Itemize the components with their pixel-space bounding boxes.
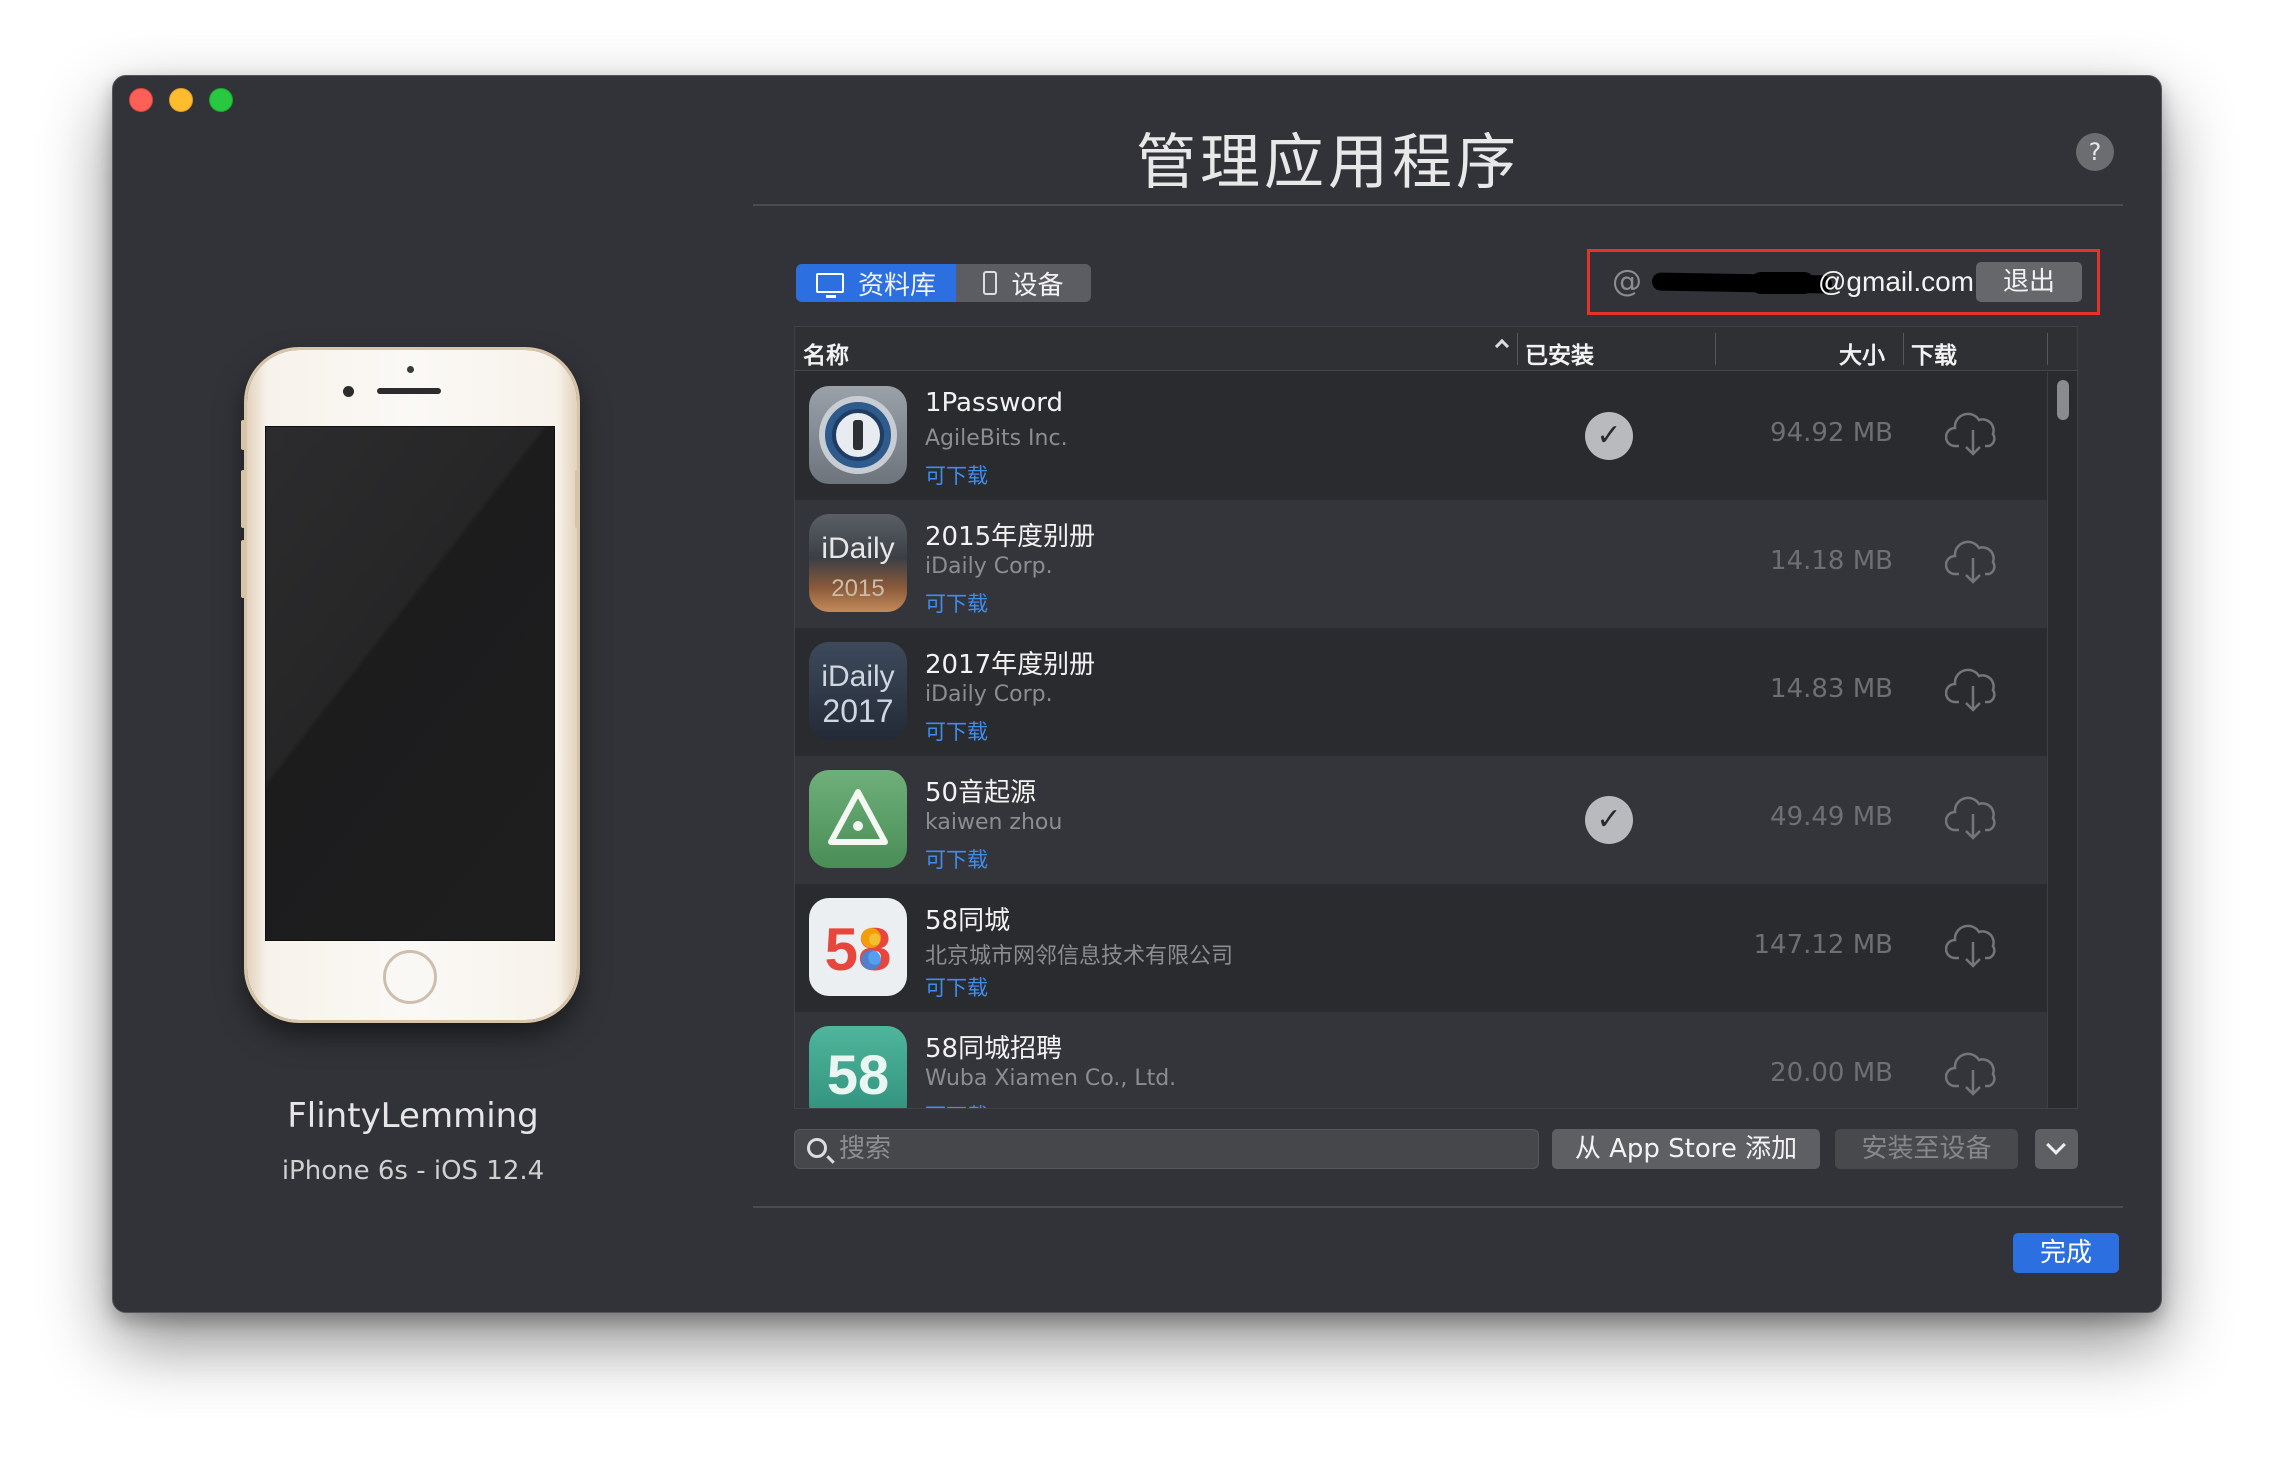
app-size: 14.18 MB: [1770, 546, 1893, 576]
device-name: FlintyLemming: [287, 1096, 539, 1136]
app-name: 50音起源: [925, 778, 1037, 808]
58-tongcheng-icon: 58: [809, 898, 907, 996]
app-developer: kaiwen zhou: [925, 810, 1063, 835]
app-name: 2015年度别册: [925, 522, 1096, 552]
app-size: 14.83 MB: [1770, 674, 1893, 704]
cloud-download-icon[interactable]: [1945, 792, 2001, 842]
search-field[interactable]: [794, 1129, 1539, 1169]
svg-text:iDaily: iDaily: [821, 660, 894, 693]
done-button[interactable]: 完成: [2013, 1233, 2119, 1273]
idaily-2015-icon: iDaily 2015: [809, 514, 907, 612]
app-name: 58同城招聘: [925, 1034, 1063, 1064]
tab-library[interactable]: 资料库: [796, 264, 956, 302]
table-row[interactable]: 58 58同城 北京城市网邻信息技术有限公司 可下载 147.12 MB: [795, 884, 2048, 1012]
table-row[interactable]: 1Password AgileBits Inc. 可下载 ✓ 94.92 MB: [795, 372, 2048, 500]
search-icon: [807, 1138, 827, 1158]
app-availability-link[interactable]: 可下载: [925, 716, 988, 746]
column-installed-header[interactable]: 已安装: [1525, 336, 1594, 370]
table-row[interactable]: 58 58同城招聘 Wuba Xiamen Co., Ltd. 可下载 20.0…: [795, 1012, 2048, 1108]
at-sign: @: [1612, 264, 1642, 299]
install-to-device-button[interactable]: 安装至设备: [1835, 1129, 2018, 1169]
header-divider: [753, 204, 2123, 206]
phone-screen: [265, 426, 555, 941]
search-input[interactable]: [839, 1132, 1529, 1166]
app-developer: iDaily Corp.: [925, 554, 1053, 579]
app-availability-link[interactable]: 可下载: [925, 844, 988, 874]
monitor-icon: [815, 273, 844, 298]
svg-text:58: 58: [825, 916, 892, 983]
app-size: 94.92 MB: [1770, 418, 1893, 448]
app-list: 1Password AgileBits Inc. 可下载 ✓ 94.92 MB …: [795, 372, 2048, 1108]
app-availability-link[interactable]: 可下载: [925, 972, 988, 1002]
app-name: 2017年度别册: [925, 650, 1096, 680]
svg-text:iDaily: iDaily: [821, 532, 894, 565]
app-size: 20.00 MB: [1770, 1058, 1893, 1088]
installed-check-icon: ✓: [1585, 796, 1633, 844]
account-email: @gmail.com: [1818, 266, 1975, 297]
installed-check-icon: ✓: [1585, 412, 1633, 460]
58-recruit-icon: 58: [809, 1026, 907, 1108]
sort-ascending-icon[interactable]: [1494, 338, 1510, 354]
app-availability-link[interactable]: 可下载: [925, 460, 988, 490]
table-row[interactable]: iDaily 2015 2015年度别册 iDaily Corp. 可下载 14…: [795, 500, 2048, 628]
app-size: 147.12 MB: [1753, 930, 1893, 960]
account-highlight-box: @ @gmail.com 退出: [1587, 249, 2100, 315]
svg-text:2017: 2017: [822, 693, 893, 729]
add-from-app-store-button[interactable]: 从 App Store 添加: [1552, 1129, 1820, 1169]
cloud-download-icon[interactable]: [1945, 1048, 2001, 1098]
logout-button[interactable]: 退出: [1976, 262, 2082, 302]
app-name: 1Password: [925, 388, 1063, 418]
iphone-illustration: [241, 350, 579, 1020]
table-header: 名称 已安装 大小 下载: [795, 327, 2077, 371]
camera-icon: [343, 386, 354, 397]
tab-device-label: 设备: [1011, 270, 1064, 301]
home-button-icon: [383, 950, 437, 1004]
cloud-download-icon[interactable]: [1945, 920, 2001, 970]
table-row[interactable]: 50音起源 kaiwen zhou 可下载 ✓ 49.49 MB: [795, 756, 2048, 884]
svg-text:2015: 2015: [831, 575, 884, 602]
help-button[interactable]: ?: [2076, 133, 2114, 171]
more-options-dropdown-button[interactable]: [2035, 1129, 2078, 1169]
table-row[interactable]: iDaily 2017 2017年度别册 iDaily Corp. 可下载 14…: [795, 628, 2048, 756]
cloud-download-icon[interactable]: [1945, 664, 2001, 714]
app-developer: Wuba Xiamen Co., Ltd.: [925, 1066, 1177, 1091]
app-developer: 北京城市网邻信息技术有限公司: [925, 944, 1234, 969]
tab-device[interactable]: 设备: [956, 264, 1091, 302]
column-size-header[interactable]: 大小: [1839, 336, 1885, 370]
cloud-download-icon[interactable]: [1945, 536, 2001, 586]
device-model: iPhone 6s - iOS 12.4: [281, 1156, 545, 1186]
minimize-window-button[interactable]: [169, 88, 193, 112]
source-segmented-control: 资料库 设备: [796, 264, 1091, 302]
apps-table: 名称 已安装 大小 下载 1Password AgileBits Inc. 可下…: [794, 326, 2078, 1109]
column-download-header[interactable]: 下载: [1911, 336, 1957, 370]
app-name: 58同城: [925, 906, 1011, 936]
app-availability-link[interactable]: 可下载: [925, 1100, 988, 1108]
zoom-window-button[interactable]: [209, 88, 233, 112]
column-name-header[interactable]: 名称: [803, 336, 849, 370]
manage-apps-window: FlintyLemming iPhone 6s - iOS 12.4 管理应用程…: [112, 75, 2162, 1313]
50-origin-icon: [809, 770, 907, 868]
app-availability-link[interactable]: 可下载: [925, 588, 988, 618]
app-developer: AgileBits Inc.: [925, 426, 1068, 451]
scrollbar-thumb[interactable]: [2057, 380, 2069, 420]
close-window-button[interactable]: [129, 88, 153, 112]
phone-icon: [983, 271, 998, 295]
cloud-download-icon[interactable]: [1945, 408, 2001, 458]
tab-library-label: 资料库: [857, 270, 936, 301]
footer-divider: [753, 1206, 2123, 1208]
page-title: 管理应用程序: [1136, 128, 1520, 198]
1password-icon: [809, 386, 907, 484]
svg-text:58: 58: [827, 1043, 889, 1106]
table-scrollbar[interactable]: [2047, 372, 2077, 1108]
idaily-2017-icon: iDaily 2017: [809, 642, 907, 740]
redaction-mark: [1750, 272, 1815, 294]
app-developer: iDaily Corp.: [925, 682, 1053, 707]
app-size: 49.49 MB: [1770, 802, 1893, 832]
